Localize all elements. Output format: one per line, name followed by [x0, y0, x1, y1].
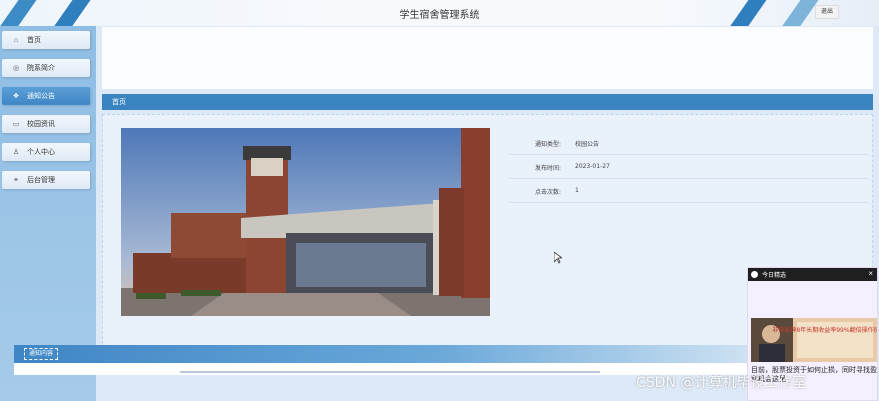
notice-detail-list: 通知类型: 校园公告 发布时间: 2023-01-27 点击次数: 1	[509, 131, 869, 203]
notice-icon: ❖	[12, 93, 20, 100]
sidebar-item-home[interactable]: ⌂ 首页	[2, 31, 90, 49]
close-icon[interactable]: ×	[868, 269, 873, 278]
sidebar-item-profile[interactable]: ♙ 个人中心	[2, 143, 90, 161]
user-icon: ♙	[12, 149, 20, 156]
logout-button[interactable]: 退出	[815, 5, 839, 19]
link-icon: ⚭	[13, 177, 19, 184]
detail-label: 发布时间:	[535, 165, 562, 172]
notice-content-line	[180, 371, 600, 373]
info-icon: ◎	[12, 65, 20, 72]
sidebar-item-label: 校园资讯	[27, 120, 55, 128]
top-banner	[102, 27, 873, 89]
detail-row-publish-time: 发布时间: 2023-01-27	[509, 155, 869, 179]
detail-value: 校园公告	[575, 141, 600, 148]
sidebar-item-admin[interactable]: ⚭ 后台管理	[2, 171, 90, 189]
detail-row-type: 通知类型: 校园公告	[509, 131, 869, 155]
notice-content-tag: 通知内容	[24, 348, 59, 360]
popup-header: 今日精选 ×	[748, 268, 877, 281]
detail-label: 通知类型:	[535, 141, 562, 148]
popup-title: 今日精选	[762, 272, 787, 279]
popup-banner-text: 非常股神8年长期收益率99%翻倍操作技巧揭秘	[772, 326, 877, 334]
csdn-watermark: CSDN @计算机毕设工作室	[636, 375, 807, 391]
app-title: 学生宿舍管理系统	[399, 10, 480, 21]
news-icon: ▭	[12, 121, 20, 128]
notice-image	[121, 128, 490, 316]
detail-label: 点击次数:	[535, 189, 562, 196]
mouse-cursor-icon	[554, 252, 562, 264]
breadcrumb: 首页	[102, 94, 873, 110]
top-bar: 学生宿舍管理系统 退出	[0, 0, 879, 26]
detail-value: 2023-01-27	[575, 163, 610, 170]
sidebar-item-notices[interactable]: ❖ 通知公告	[2, 87, 90, 105]
detail-row-click-count: 点击次数: 1	[509, 179, 869, 203]
home-icon: ⌂	[13, 36, 19, 44]
breadcrumb-home-link[interactable]: 首页	[112, 97, 126, 107]
popup-ad-image[interactable]: 非常股神8年长期收益率99%翻倍操作技巧揭秘	[751, 318, 877, 362]
sidebar-item-campus-news[interactable]: ▭ 校园资讯	[2, 115, 90, 133]
sidebar-item-label: 首页	[27, 36, 41, 44]
sidebar-item-label: 院系简介	[27, 64, 55, 72]
detail-value: 1	[575, 187, 579, 194]
sidebar-item-label: 个人中心	[27, 148, 55, 156]
sidebar-item-label: 后台管理	[27, 176, 55, 184]
sidebar-item-label: 通知公告	[27, 92, 55, 100]
sidebar-item-department-intro[interactable]: ◎ 院系简介	[2, 59, 90, 77]
popup-logo-icon	[751, 271, 758, 278]
notice-content-header: 通知内容	[14, 345, 783, 363]
